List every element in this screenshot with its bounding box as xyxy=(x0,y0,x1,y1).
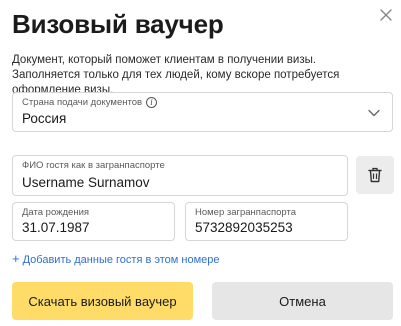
passport-number-label: Номер загранпаспорта xyxy=(195,207,297,218)
cancel-button[interactable]: Отмена xyxy=(212,282,393,320)
birth-date-value: 31.07.1987 xyxy=(22,220,90,235)
birth-date-field[interactable]: Дата рождения 31.07.1987 xyxy=(12,202,175,241)
country-select[interactable]: Страна подачи документов i Россия xyxy=(12,92,393,132)
chevron-down-icon xyxy=(368,109,380,117)
country-label: Страна подачи документов xyxy=(22,97,143,108)
passport-number-field[interactable]: Номер загранпаспорта 5732892035253 xyxy=(185,202,348,241)
trash-icon xyxy=(368,167,382,183)
dialog-title: Визовый ваучер xyxy=(12,9,224,39)
download-voucher-button[interactable]: Скачать визовый ваучер xyxy=(12,282,193,320)
delete-guest-button[interactable] xyxy=(356,156,394,194)
country-value: Россия xyxy=(22,111,67,126)
info-icon[interactable]: i xyxy=(146,97,158,108)
guest-name-value: Username Surnamov xyxy=(22,175,150,190)
add-guest-link[interactable]: + Добавить данные гостя в этом номере xyxy=(12,251,220,266)
plus-icon: + xyxy=(12,251,20,266)
birth-date-label: Дата рождения xyxy=(22,207,90,218)
close-icon[interactable] xyxy=(378,7,394,23)
add-guest-link-label: Добавить данные гостя в этом номере xyxy=(22,254,220,266)
guest-name-label: ФИО гостя как в загранпаспорте xyxy=(22,160,165,171)
visa-voucher-dialog: Визовый ваучер Документ, который поможет… xyxy=(0,0,401,326)
guest-name-field[interactable]: ФИО гостя как в загранпаспорте Username … xyxy=(12,155,348,196)
country-label-row: Страна подачи документов i xyxy=(22,97,158,108)
passport-number-value: 5732892035253 xyxy=(195,220,293,235)
